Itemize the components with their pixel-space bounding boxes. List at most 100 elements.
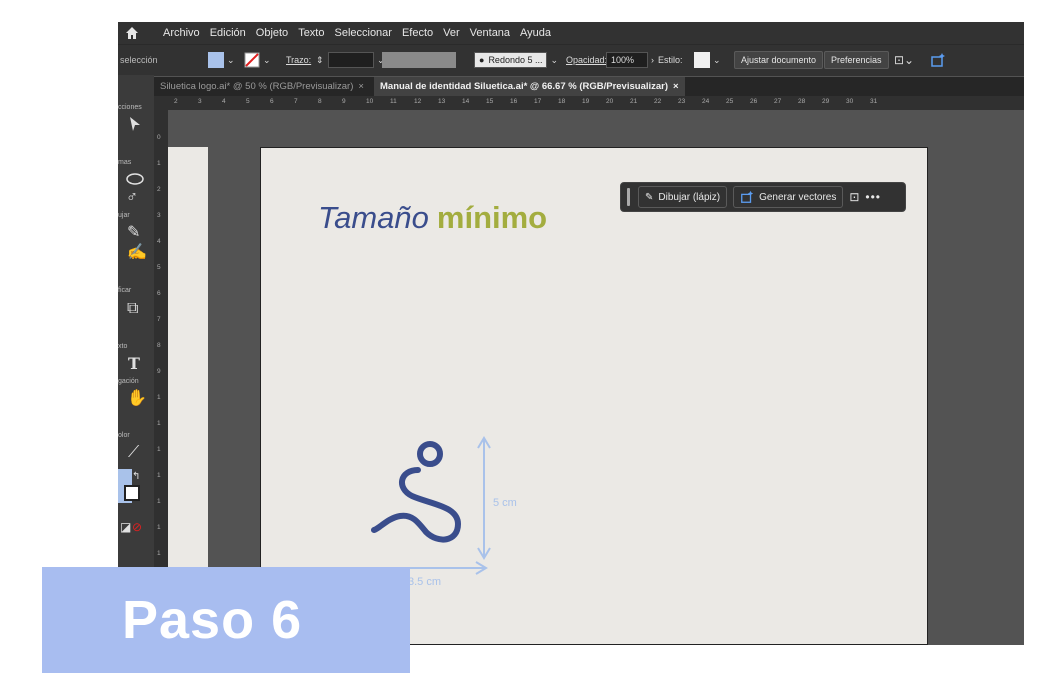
horizontal-ruler[interactable]: 2 3 4 5 6 7 8 9 10 11 12 13 14 15 16 17 … xyxy=(154,96,1024,110)
ruler-tick: 5 xyxy=(157,264,161,271)
ruler-tick: 28 xyxy=(798,98,806,105)
type-tool-icon[interactable]: T xyxy=(128,356,140,372)
ruler-tick: 7 xyxy=(157,316,161,323)
ruler-tick: 3 xyxy=(157,212,161,219)
ruler-tick: 4 xyxy=(222,98,226,105)
swap-colors-icon[interactable]: ↰ xyxy=(132,469,140,485)
ruler-tick: 24 xyxy=(702,98,710,105)
ruler-tick: 7 xyxy=(294,98,298,105)
ruler-tick: 17 xyxy=(534,98,542,105)
menu-texto[interactable]: Texto xyxy=(293,27,329,39)
drag-handle[interactable] xyxy=(627,188,630,206)
opacity-field[interactable]: 100% › xyxy=(606,52,657,68)
ruler-tick: 14 xyxy=(462,98,470,105)
ruler-tick: 1 xyxy=(157,394,161,401)
ruler-tick: 13 xyxy=(438,98,446,105)
chevron-down-icon[interactable]: ⌄ xyxy=(227,55,235,66)
stroke-label[interactable]: Trazo: xyxy=(286,52,311,68)
ellipse-tool-icon[interactable] xyxy=(126,172,144,186)
ruler-tick: 12 xyxy=(414,98,422,105)
menu-objeto[interactable]: Objeto xyxy=(251,27,293,39)
more-options-icon[interactable]: ••• xyxy=(865,190,881,204)
fit-document-button[interactable]: Ajustar documento xyxy=(734,51,824,69)
default-colors-icon[interactable]: ◪ xyxy=(120,519,131,535)
preferences-button[interactable]: Preferencias xyxy=(824,51,889,69)
menu-items: Archivo Edición Objeto Texto Seleccionar… xyxy=(158,22,556,44)
menu-efecto[interactable]: Efecto xyxy=(397,27,438,39)
generate-vectors-icon xyxy=(741,190,754,203)
ruler-tick: 8 xyxy=(157,342,161,349)
step-badge: Paso 6 xyxy=(42,567,410,673)
ruler-tick: 25 xyxy=(726,98,734,105)
close-icon[interactable]: × xyxy=(673,81,679,92)
menu-ayuda[interactable]: Ayuda xyxy=(515,27,556,39)
ruler-tick: 0 xyxy=(157,134,161,141)
artboard-heading: Tamaño mínimo xyxy=(318,200,547,236)
selection-tool-icon[interactable] xyxy=(128,116,142,132)
selection-label: selección xyxy=(120,55,158,65)
image-trace-icon[interactable]: ⊡ xyxy=(849,190,859,204)
tool-group-label: cciones xyxy=(118,104,142,111)
pencil-tool-icon[interactable]: ✎ xyxy=(127,225,140,241)
tab-siluetica-logo[interactable]: Siluetica logo.ai* @ 50 % (RGB/Previsual… xyxy=(154,77,370,96)
menu-ventana[interactable]: Ventana xyxy=(465,27,515,39)
home-icon[interactable] xyxy=(124,25,140,41)
variable-width-field[interactable] xyxy=(382,52,456,68)
none-color-icon[interactable]: ⊘ xyxy=(132,519,142,535)
brush-tool-icon[interactable]: ✍ xyxy=(127,245,147,261)
ruler-tick: 2 xyxy=(157,186,161,193)
style-swatch[interactable]: ⌄ xyxy=(694,52,724,68)
stroke-color-swatch[interactable] xyxy=(124,485,140,501)
free-transform-tool-icon[interactable]: ⧉ xyxy=(127,301,138,317)
ruler-tick: 6 xyxy=(270,98,274,105)
generate-vectors-icon[interactable] xyxy=(930,52,946,68)
stroke-stepper-icon[interactable]: ⇕ xyxy=(316,52,324,68)
ruler-tick: 1 xyxy=(157,446,161,453)
no-stroke-icon[interactable] xyxy=(244,52,260,68)
ruler-tick: 29 xyxy=(822,98,830,105)
tab-manual-identidad[interactable]: Manual de identidad Siluetica.ai* @ 66.6… xyxy=(374,77,685,96)
ruler-tick: 21 xyxy=(630,98,638,105)
tool-group-label: gación xyxy=(118,378,139,385)
tool-group-label: ujar xyxy=(118,212,130,219)
ruler-tick: 1 xyxy=(157,160,161,167)
close-icon[interactable]: × xyxy=(358,81,364,92)
fill-swatch[interactable] xyxy=(208,52,224,68)
vertical-ruler[interactable]: 0 1 2 3 4 5 6 7 8 9 1 1 1 1 1 1 1 1 1 1 xyxy=(154,110,168,645)
fill-swatch-group[interactable]: ⌄ xyxy=(208,52,238,68)
ruler-tick: 23 xyxy=(678,98,686,105)
control-bar: selección ⌄ ⌄ Trazo: ⇕ ⌄ ● Redondo 5 ... … xyxy=(118,44,1024,76)
menu-seleccionar[interactable]: Seleccionar xyxy=(329,27,396,39)
chevron-down-icon[interactable]: ⌄ xyxy=(263,55,271,66)
ruler-tick: 20 xyxy=(606,98,614,105)
tab-label: Siluetica logo.ai* @ 50 % (RGB/Previsual… xyxy=(160,81,354,92)
tool-group-label: ficar xyxy=(118,287,132,294)
draw-pencil-label: Dibujar (lápiz) xyxy=(658,191,721,203)
menu-archivo[interactable]: Archivo xyxy=(158,27,205,39)
ruler-tick: 9 xyxy=(157,368,161,375)
opacity-label[interactable]: Opacidad: xyxy=(566,52,607,68)
ruler-tick: 26 xyxy=(750,98,758,105)
menu-edicion[interactable]: Edición xyxy=(205,27,251,39)
shaper-tool-icon[interactable]: ♂ xyxy=(126,190,138,206)
menu-ver[interactable]: Ver xyxy=(438,27,465,39)
ruler-tick: 16 xyxy=(510,98,518,105)
ruler-tick: 11 xyxy=(390,98,397,105)
ruler-tick: 6 xyxy=(157,290,161,297)
ruler-tick: 2 xyxy=(174,98,178,105)
style-label: Estilo: xyxy=(658,55,683,65)
generate-vectors-button[interactable]: Generar vectores xyxy=(733,186,844,208)
ruler-tick: 1 xyxy=(157,550,161,557)
ruler-tick: 3 xyxy=(198,98,202,105)
brush-definition[interactable]: ● Redondo 5 ... ⌄ xyxy=(474,52,561,68)
tab-label: Manual de identidad Siluetica.ai* @ 66.6… xyxy=(380,81,669,92)
width-dimension-label: 3.5 cm xyxy=(408,576,442,588)
hand-tool-icon[interactable]: ✋ xyxy=(127,391,147,407)
eyedropper-tool-icon[interactable]: ⟋ xyxy=(128,445,139,461)
stroke-weight-field[interactable]: ⌄ xyxy=(328,52,388,68)
arrange-icon[interactable]: ⊡⌄ xyxy=(894,52,914,68)
ruler-tick: 10 xyxy=(366,98,374,105)
draw-pencil-button[interactable]: ✎ Dibujar (lápiz) xyxy=(638,186,728,208)
stroke-swatch-group[interactable]: ⌄ xyxy=(244,52,274,68)
ruler-tick: 18 xyxy=(558,98,566,105)
